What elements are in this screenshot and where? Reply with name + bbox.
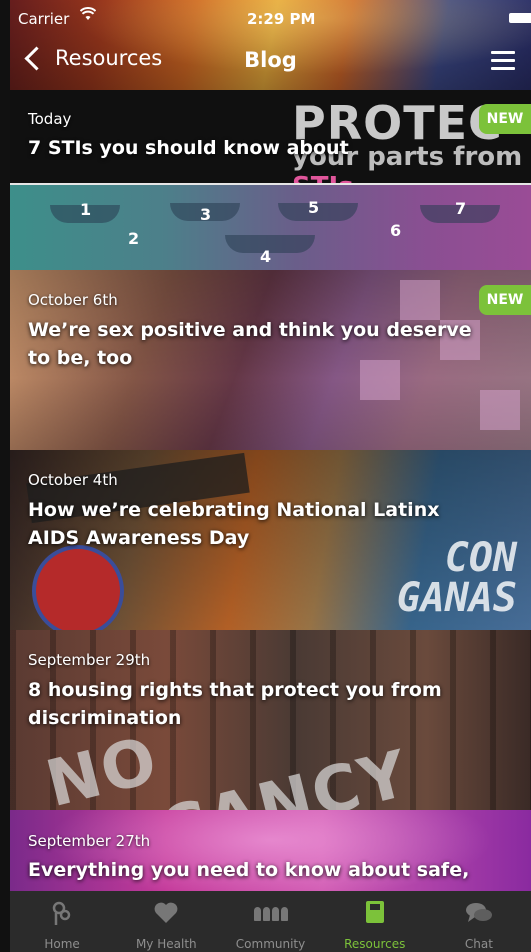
decor-square (400, 280, 440, 320)
tab-label: Resources (344, 937, 406, 951)
post-title: 8 housing rights that protect you from d… (28, 679, 442, 729)
battery-icon (509, 13, 531, 23)
new-badge: NEW (479, 104, 531, 134)
post-title: Everything you need to know about safe, (28, 859, 470, 881)
post-title: How we’re celebrating National Latinx AI… (28, 499, 440, 549)
underwear-illustration: 1 2 3 4 5 6 7 (10, 185, 531, 270)
post-date: September 29th (28, 651, 151, 669)
book-icon (365, 901, 384, 923)
post-title: We’re sex positive and think you deserve… (28, 319, 472, 369)
blog-card-safe[interactable]: September 27th Everything you need to kn… (10, 810, 531, 891)
wifi-icon (79, 7, 97, 25)
blog-card-housing[interactable]: NO VACANCY September 29th 8 housing righ… (10, 630, 531, 810)
underwear-number: 1 (80, 200, 92, 219)
chat-icon (465, 901, 493, 932)
status-time: 2:29 PM (247, 10, 316, 28)
tab-chat[interactable]: Chat (427, 891, 531, 952)
underwear-number: 2 (128, 229, 140, 248)
tab-bar: Home My Health Community Resources Chat (10, 891, 531, 952)
header: Carrier 2:29 PM Resources Blog (10, 0, 531, 90)
tab-label: Chat (464, 937, 493, 951)
underwear-number: 5 (308, 198, 320, 217)
hamburger-icon (491, 51, 515, 54)
tab-label: Community (235, 937, 306, 951)
status-bar: Carrier 2:29 PM (10, 0, 531, 38)
underwear-number: 7 (455, 199, 467, 218)
tab-label: My Health (135, 937, 197, 951)
blog-card-stis[interactable]: PROTEC your parts from STIs 1 2 3 4 5 6 … (10, 90, 531, 270)
post-date: September 27th (28, 832, 151, 850)
underwear-number: 4 (260, 247, 272, 266)
underwear-number: 6 (390, 221, 402, 240)
post-date: October 4th (28, 471, 118, 489)
hamburger-line (491, 67, 515, 70)
tab-label: Home (44, 937, 80, 951)
hamburger-line (491, 59, 515, 62)
page-title: Blog (244, 48, 297, 72)
post-date: Today (28, 110, 72, 128)
menu-button[interactable] (491, 51, 515, 75)
underwear-number: 3 (200, 205, 212, 224)
ribbon-seal (32, 545, 124, 630)
home-icon (50, 901, 74, 934)
new-badge: NEW (479, 285, 531, 315)
navigation-bar: Resources Blog (10, 38, 531, 84)
blog-card-latinx-aids[interactable]: CON GANAS October 4th How we’re celebrati… (10, 450, 531, 630)
post-title: 7 STIs you should know about (28, 137, 349, 159)
community-icon (253, 901, 288, 921)
blog-feed[interactable]: PROTEC your parts from STIs 1 2 3 4 5 6 … (10, 90, 531, 891)
heart-icon (153, 901, 179, 932)
carrier-label: Carrier (18, 10, 70, 28)
blog-card-sex-positive[interactable]: October 6th We’re sex positive and think… (10, 270, 531, 450)
tab-resources[interactable]: Resources (323, 891, 427, 952)
tab-home[interactable]: Home (10, 891, 114, 952)
art-text-ganas: GANAS (396, 575, 517, 621)
tab-my-health[interactable]: My Health (114, 891, 218, 952)
decor-square (480, 390, 520, 430)
post-date: October 6th (28, 291, 118, 309)
tab-community[interactable]: Community (218, 891, 322, 952)
